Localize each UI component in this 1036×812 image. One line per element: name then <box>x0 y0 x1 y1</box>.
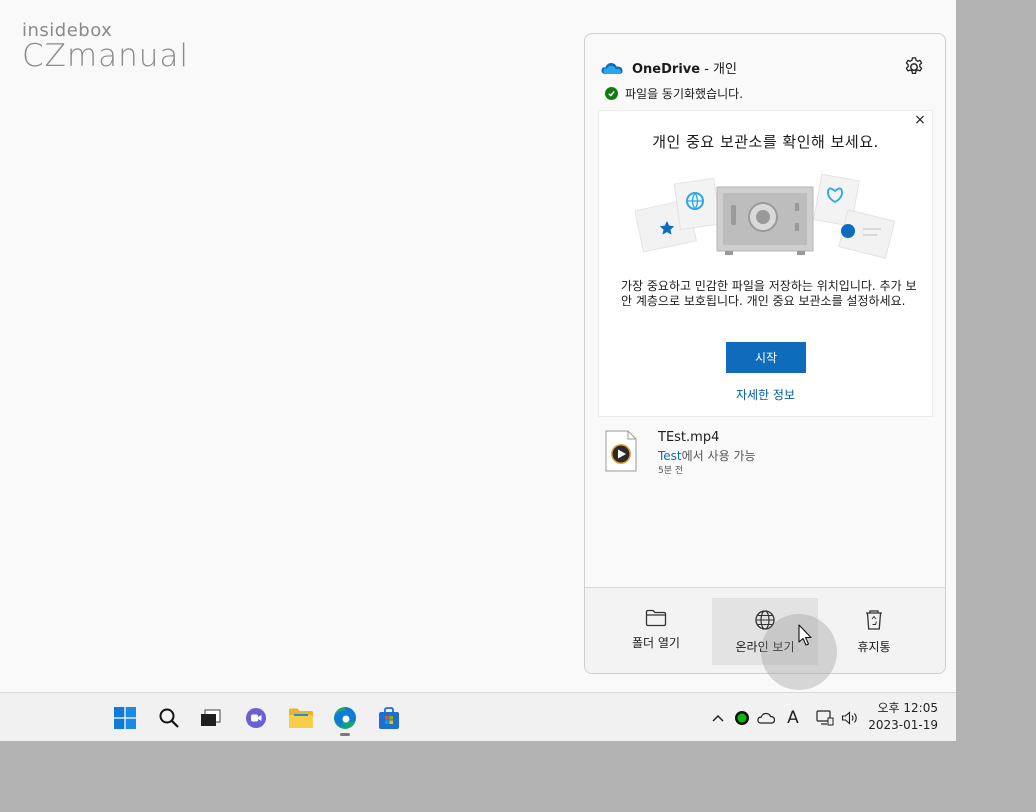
learn-more-link[interactable]: 자세한 정보 <box>599 386 932 403</box>
vault-heading: 개인 중요 보관소를 확인해 보세요. <box>652 133 879 151</box>
onedrive-title: OneDrive - 개인 <box>632 62 737 77</box>
taskbar-clock[interactable]: 오후 12:05 2023-01-19 <box>868 700 938 734</box>
network-icon[interactable] <box>815 708 835 728</box>
onedrive-flyout: OneDrive - 개인 파일을 동기화했습니다. × 개인 중요 보관소를 … <box>584 33 946 674</box>
microsoft-store-icon[interactable] <box>376 705 402 731</box>
start-windows-icon[interactable] <box>112 705 138 731</box>
personal-vault-card: × 개인 중요 보관소를 확인해 보세요. 가장 중요하고 민감한 파일을 저장… <box>598 110 933 417</box>
recycle-bin-label: 휴지통 <box>857 640 891 654</box>
edge-browser-icon[interactable] <box>332 705 358 731</box>
running-app-indicator <box>340 733 350 736</box>
file-explorer-icon[interactable] <box>288 705 314 731</box>
search-icon[interactable] <box>156 705 182 731</box>
watermark-line2: CZmanual <box>22 38 189 74</box>
chevron-up-icon <box>712 714 724 722</box>
settings-gear-icon[interactable] <box>903 56 925 78</box>
vault-description: 가장 중요하고 민감한 파일을 저장하는 위치입니다. 추가 보안 계층으로 보… <box>621 279 917 308</box>
close-icon[interactable]: × <box>912 112 928 128</box>
video-file-icon <box>605 430 637 472</box>
onedrive-tray-icon[interactable] <box>756 708 776 728</box>
open-folder-label: 폴더 열기 <box>632 636 680 650</box>
clock-time: 오후 12:05 <box>877 701 938 715</box>
recycle-bin-button[interactable]: 휴지통 <box>821 598 927 665</box>
file-location: Test에서 사용 가능 <box>658 449 756 463</box>
vault-illustration <box>635 173 896 259</box>
recycle-bin-icon <box>866 610 882 630</box>
file-name: TEst.mp4 <box>658 430 720 445</box>
volume-icon[interactable] <box>840 708 860 728</box>
teams-chat-icon[interactable] <box>243 705 269 731</box>
task-view-icon[interactable] <box>198 705 224 731</box>
taskbar: A 오후 12:05 2023-01-19 <box>0 692 956 741</box>
sync-status-text: 파일을 동기화했습니다. <box>625 87 744 101</box>
tray-overflow-chevron[interactable] <box>709 708 727 728</box>
sync-status: 파일을 동기화했습니다. <box>605 85 743 102</box>
status-dot-icon[interactable] <box>733 708 751 728</box>
recent-file-item[interactable]: TEst.mp4 Test에서 사용 가능 5분 전 <box>605 430 925 478</box>
onedrive-header: OneDrive - 개인 <box>601 58 737 77</box>
file-location-link[interactable]: Test <box>658 449 682 463</box>
clock-date: 2023-01-19 <box>868 718 938 732</box>
ime-indicator[interactable]: A <box>784 708 802 728</box>
mouse-cursor-icon <box>798 624 812 646</box>
sync-check-icon <box>605 87 618 100</box>
watermark-logo: insidebox CZmanual <box>22 20 189 74</box>
folder-icon <box>645 609 667 627</box>
file-time: 5분 전 <box>658 466 684 476</box>
open-folder-button[interactable]: 폴더 열기 <box>603 598 709 665</box>
onedrive-cloud-icon <box>601 62 623 74</box>
start-button[interactable]: 시작 <box>726 342 806 373</box>
